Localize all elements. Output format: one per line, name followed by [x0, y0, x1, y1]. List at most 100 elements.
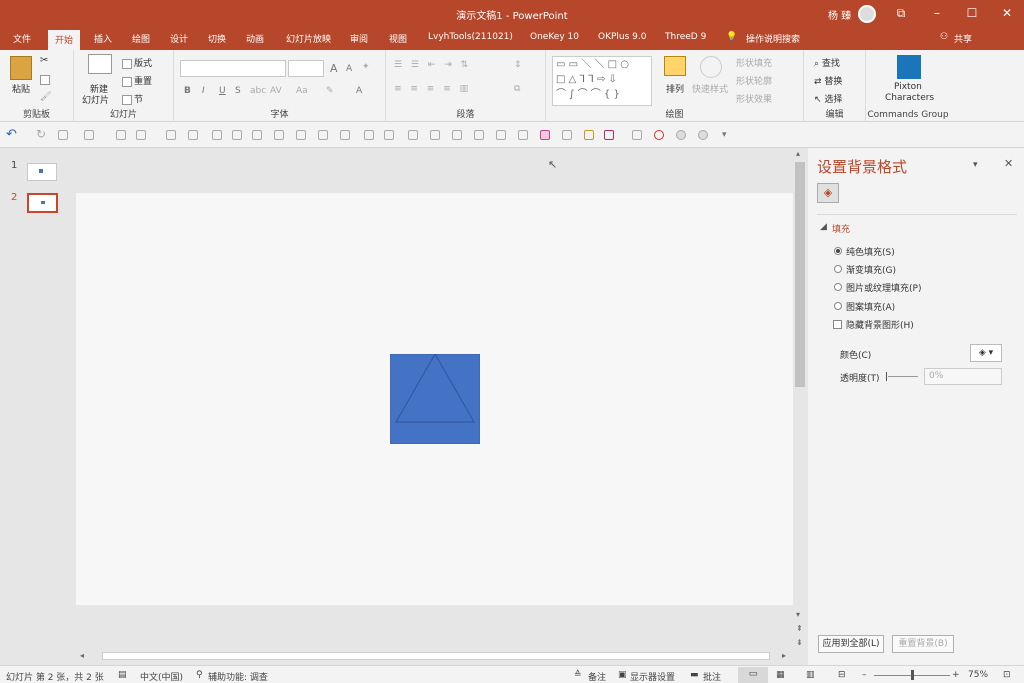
tool-icon[interactable]: [364, 130, 374, 140]
highlight-icon[interactable]: ✎: [326, 86, 334, 96]
notes-icon[interactable]: ≙: [574, 670, 582, 680]
circle-icon[interactable]: [698, 130, 708, 140]
hide-bg-checkbox[interactable]: [833, 320, 842, 329]
notes-button[interactable]: 备注: [588, 670, 606, 683]
zoom-out-button[interactable]: –: [862, 670, 867, 680]
tool-icon[interactable]: [408, 130, 418, 140]
solid-fill-label[interactable]: 纯色填充(S): [846, 245, 895, 258]
fill-bucket-icon[interactable]: ◈: [817, 183, 839, 203]
zoom-in-button[interactable]: +: [952, 670, 960, 680]
shape-fill-button[interactable]: 形状填充: [736, 56, 772, 69]
tool-icon[interactable]: [562, 130, 572, 140]
copy-icon[interactable]: [40, 75, 52, 86]
tab-slideshow[interactable]: 幻灯片放映: [286, 32, 331, 45]
list-icons[interactable]: ☰ ☰ ⇤ ⇥ ⇅: [394, 60, 471, 70]
radio-gradient-fill[interactable]: [834, 265, 842, 273]
tab-animations[interactable]: 动画: [246, 32, 264, 45]
change-case-button[interactable]: Aa: [296, 86, 308, 96]
format-painter-icon[interactable]: 🖌: [40, 92, 51, 102]
color-picker-button[interactable]: ◈ ▾: [970, 344, 1002, 362]
undo-icon[interactable]: ↶: [6, 127, 17, 142]
h-scroll-thumb[interactable]: [102, 652, 770, 660]
tab-lvyhtools[interactable]: LvyhTools(211021): [428, 32, 513, 42]
strike-button[interactable]: S: [235, 86, 241, 96]
transparency-slider[interactable]: [888, 376, 918, 377]
tool-icon[interactable]: [540, 130, 550, 140]
find-button[interactable]: ⌕ 查找: [814, 56, 840, 69]
tool-icon[interactable]: [296, 130, 306, 140]
fill-section-header[interactable]: 填充: [832, 222, 850, 235]
arrange-icon[interactable]: [664, 56, 686, 76]
section-button[interactable]: 节: [122, 92, 143, 105]
tool-icon[interactable]: [274, 130, 284, 140]
shrink-font-button[interactable]: A: [346, 64, 352, 74]
tab-design[interactable]: 设计: [170, 32, 188, 45]
next-slide-icon[interactable]: ⇟: [796, 638, 803, 647]
font-size-combo[interactable]: [288, 60, 324, 77]
tab-view[interactable]: 视图: [389, 32, 407, 45]
language-label[interactable]: 中文(中国): [140, 670, 183, 683]
tab-transitions[interactable]: 切换: [208, 32, 226, 45]
pane-close-icon[interactable]: ✕: [1004, 157, 1013, 170]
tool-icon[interactable]: [116, 130, 126, 140]
tool-icon[interactable]: [452, 130, 462, 140]
ribbon-display-button[interactable]: ⧉: [890, 4, 912, 22]
gradient-fill-label[interactable]: 渐变填充(G): [846, 263, 896, 276]
align-icons[interactable]: ≡ ≡ ≡ ≡ ▥: [394, 84, 471, 94]
horizontal-scrollbar[interactable]: ◂ ▸: [74, 649, 794, 663]
cut-icon[interactable]: ✂: [40, 55, 48, 66]
scroll-up-icon[interactable]: ▴: [796, 149, 800, 158]
select-button[interactable]: ↖ 选择: [814, 92, 842, 105]
tool-icon[interactable]: [188, 130, 198, 140]
record-icon[interactable]: [654, 130, 664, 140]
scroll-right-icon[interactable]: ▸: [782, 651, 786, 660]
layout-button[interactable]: 版式: [122, 56, 152, 69]
tool-icon[interactable]: [340, 130, 350, 140]
redo-icon[interactable]: ↻: [36, 127, 46, 141]
tab-insert[interactable]: 插入: [94, 32, 112, 45]
slide-sorter-icon[interactable]: ▦: [776, 670, 785, 680]
avatar[interactable]: [858, 5, 876, 23]
tool-icon[interactable]: [430, 130, 440, 140]
underline-button[interactable]: U: [219, 86, 226, 96]
spellcheck-icon[interactable]: ▤: [118, 670, 127, 680]
zoom-percent[interactable]: 75%: [968, 670, 988, 680]
tab-review[interactable]: 审阅: [350, 32, 368, 45]
pixton-icon[interactable]: [897, 55, 921, 79]
comments-button[interactable]: 批注: [703, 670, 721, 683]
font-color-button[interactable]: A: [356, 86, 362, 96]
prev-slide-icon[interactable]: ⇞: [796, 624, 803, 633]
radio-solid-fill[interactable]: [834, 247, 842, 255]
tool-icon[interactable]: [584, 130, 594, 140]
slide-thumb-1[interactable]: [27, 163, 57, 181]
tell-me-search[interactable]: 操作说明搜索: [746, 32, 800, 45]
italic-button[interactable]: I: [202, 86, 205, 96]
tool-icon[interactable]: [632, 130, 642, 140]
radio-picture-fill[interactable]: [834, 283, 842, 291]
tool-icon[interactable]: [318, 130, 328, 140]
user-name[interactable]: 杨 臻: [828, 7, 851, 22]
reset-background-button[interactable]: 重置背景(B): [892, 635, 954, 653]
tool-icon[interactable]: [58, 130, 68, 140]
pixton-label-2[interactable]: Characters: [885, 93, 934, 103]
radio-pattern-fill[interactable]: [834, 302, 842, 310]
shape-effects-button[interactable]: 形状效果: [736, 92, 772, 105]
slide-canvas[interactable]: [76, 193, 793, 605]
display-icon[interactable]: ▣: [618, 670, 627, 680]
tab-home[interactable]: 开始: [48, 30, 81, 50]
tool-icon[interactable]: [518, 130, 528, 140]
tab-okplus[interactable]: OKPlus 9.0: [598, 32, 646, 42]
tool-icon[interactable]: [166, 130, 176, 140]
close-button[interactable]: ✕: [996, 4, 1018, 22]
tool-icon[interactable]: [84, 130, 94, 140]
transparency-input[interactable]: 0%: [924, 368, 1002, 385]
tab-threed[interactable]: ThreeD 9: [665, 32, 706, 42]
slideshow-view-icon[interactable]: ⊟: [838, 670, 846, 680]
picture-fill-label[interactable]: 图片或纹理填充(P): [846, 281, 921, 294]
scroll-down-icon[interactable]: ▾: [796, 610, 800, 619]
tool-icon[interactable]: [496, 130, 506, 140]
tool-icon[interactable]: [384, 130, 394, 140]
new-slide-icon[interactable]: [88, 54, 112, 74]
tab-onekey[interactable]: OneKey 10: [530, 32, 579, 42]
pixton-label-1[interactable]: Pixton: [894, 82, 922, 92]
